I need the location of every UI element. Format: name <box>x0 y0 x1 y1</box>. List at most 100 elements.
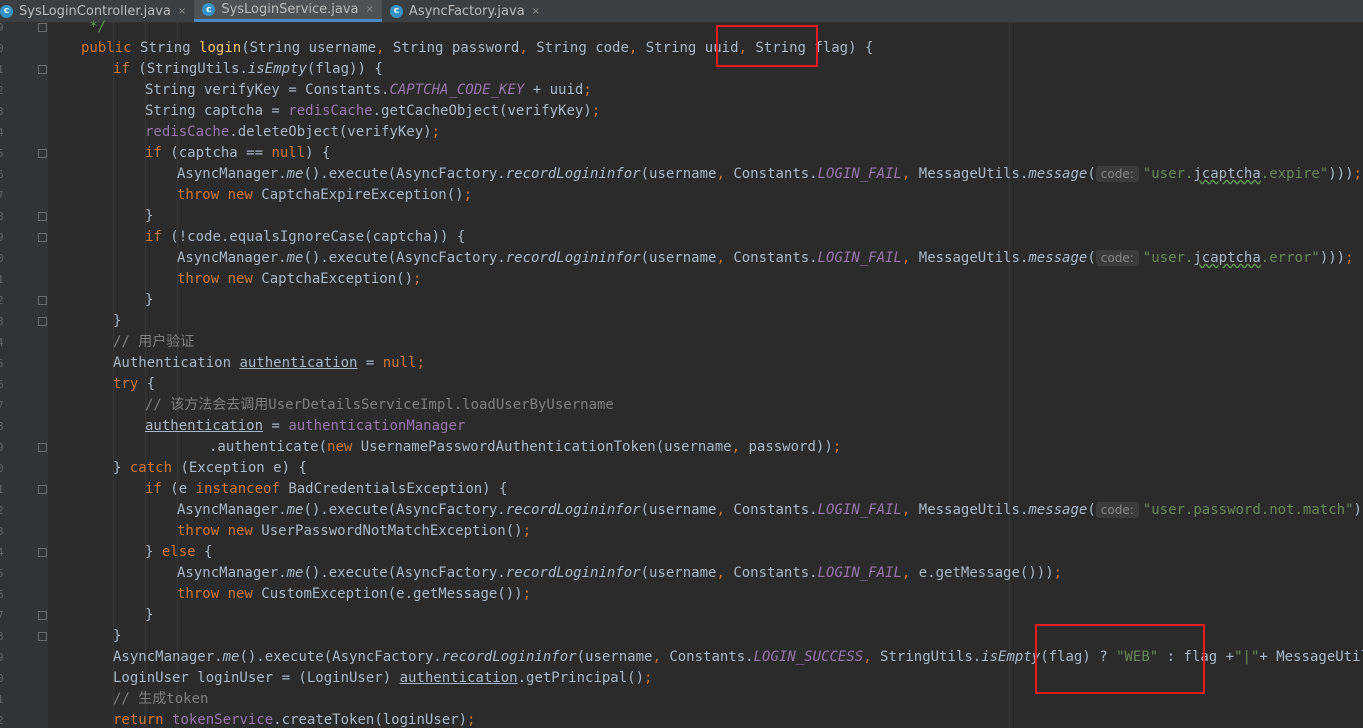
code-token: (String username <box>241 40 377 56</box>
code-token: authenticationManager <box>288 418 466 434</box>
code-token: ))) <box>1328 166 1354 182</box>
code-line[interactable]: throw new CaptchaExpireException(); <box>177 185 472 206</box>
code-token: , <box>628 40 646 56</box>
code-line[interactable]: } <box>145 290 153 311</box>
code-token: ( <box>1087 250 1096 266</box>
code-line[interactable]: Authentication authentication = null; <box>113 353 425 374</box>
code-token: CustomException(e.getMessage()) <box>261 586 523 602</box>
code-token: ; <box>467 712 476 728</box>
code-token: LOGIN_FAIL <box>817 565 902 581</box>
code-token: } <box>145 208 154 224</box>
code-line[interactable]: } <box>113 626 121 647</box>
close-tab-icon[interactable]: × <box>532 6 540 17</box>
code-token: .error" <box>1260 250 1320 266</box>
code-token: ; <box>413 271 422 287</box>
code-line[interactable]: AsyncManager.me().execute(AsyncFactory.r… <box>177 500 1363 521</box>
code-token: ; <box>522 586 532 602</box>
code-token: , <box>716 565 734 581</box>
code-token: ; <box>583 82 592 98</box>
code-token: return <box>113 712 173 728</box>
code-token: me <box>286 250 304 266</box>
code-token: // 该方法会去调用UserDetailsServiceImpl.loadUse… <box>145 397 614 413</box>
code-line[interactable]: } <box>145 206 153 227</box>
code-line[interactable]: if (!code.equalsIgnoreCase(captcha)) { <box>145 227 465 248</box>
code-line[interactable]: // 该方法会去调用UserDetailsServiceImpl.loadUse… <box>145 395 614 416</box>
code-line[interactable]: } else { <box>145 542 212 563</box>
code-token: me <box>286 166 304 182</box>
code-token: ().execute(AsyncFactory. <box>303 565 506 581</box>
code-token: (captcha == <box>170 145 272 161</box>
code-token: .createToken(loginUser) <box>273 712 468 728</box>
code-token: LoginUser loginUser = (LoginUser) <box>113 670 400 686</box>
code-line[interactable]: String verifyKey = Constants.CAPTCHA_COD… <box>145 80 592 101</box>
code-token: message <box>1028 166 1088 182</box>
code-line[interactable]: if (captcha == null) { <box>145 143 330 164</box>
code-token: message <box>1028 502 1088 518</box>
highlight-box-string-flag-param <box>716 25 818 67</box>
code-line[interactable]: authentication = authenticationManager <box>145 416 465 437</box>
code-token: } <box>145 292 154 308</box>
code-token: password)) <box>748 439 833 455</box>
code-token: } <box>145 607 154 623</box>
code-token: { <box>204 544 213 560</box>
parameter-hint: code: <box>1095 166 1139 182</box>
code-line[interactable]: } <box>113 311 121 332</box>
code-token: (username <box>640 502 717 518</box>
code-line[interactable]: // 用户验证 <box>113 332 194 353</box>
code-token: , <box>731 439 749 455</box>
code-token: ; <box>1053 565 1063 581</box>
code-line[interactable]: try { <box>113 374 155 395</box>
code-line[interactable]: String captcha = redisCache.getCacheObje… <box>145 101 600 122</box>
code-line[interactable]: AsyncManager.me().execute(AsyncFactory.r… <box>177 164 1362 185</box>
code-token: Constants. <box>733 250 818 266</box>
code-line[interactable]: throw new UserPasswordNotMatchException(… <box>177 521 531 542</box>
code-token: recordLogininfor <box>505 565 641 581</box>
code-editor[interactable]: */ public String login(String username, S… <box>0 17 1363 728</box>
code-line[interactable]: */ <box>81 17 106 38</box>
code-token: me <box>222 649 240 665</box>
tab-label: SysLoginService.java <box>221 2 359 17</box>
code-token: , <box>376 40 393 56</box>
code-token: AsyncManager. <box>177 166 287 182</box>
code-line[interactable]: } catch (Exception e) { <box>113 458 307 479</box>
code-line[interactable]: } <box>145 605 153 626</box>
code-token: + uuid <box>524 82 584 98</box>
code-line[interactable]: .authenticate(new UsernamePasswordAuthen… <box>209 437 841 458</box>
code-token: } <box>113 460 130 476</box>
code-line[interactable]: return tokenService.createToken(loginUse… <box>113 710 475 728</box>
code-token: .deleteObject(verifyKey) <box>229 124 432 140</box>
code-line[interactable]: if (e instanceof BadCredentialsException… <box>145 479 507 500</box>
code-token: if <box>145 481 171 497</box>
code-line[interactable]: // 生成token <box>113 689 208 710</box>
code-token: (StringUtils. <box>138 61 248 77</box>
code-token: , <box>716 502 734 518</box>
close-tab-icon[interactable]: × <box>366 4 374 15</box>
close-tab-icon[interactable]: × <box>178 6 186 17</box>
code-token: ().execute(AsyncFactory. <box>303 502 506 518</box>
code-token: , <box>901 565 919 581</box>
code-token: (!code.equalsIgnoreCase(captcha)) { <box>170 229 466 245</box>
code-token: Constants. <box>733 502 818 518</box>
code-line[interactable]: redisCache.deleteObject(verifyKey); <box>145 122 440 143</box>
code-token: throw new <box>177 586 262 602</box>
code-token: ; <box>431 124 441 140</box>
code-token: = <box>357 355 383 371</box>
code-line[interactable]: throw new CustomException(e.getMessage()… <box>177 584 531 605</box>
code-token: , <box>901 250 919 266</box>
code-token: ; <box>522 523 532 539</box>
code-line[interactable]: if (StringUtils.isEmpty(flag)) { <box>113 59 383 80</box>
code-token: = <box>263 418 289 434</box>
code-token: StringUtils. <box>880 649 982 665</box>
code-token: if <box>113 61 139 77</box>
code-token: CAPTCHA_CODE_KEY <box>389 82 525 98</box>
code-line[interactable]: throw new CaptchaException(); <box>177 269 421 290</box>
code-token: Constants. <box>669 649 754 665</box>
code-token: authentication <box>145 418 264 434</box>
code-line[interactable]: AsyncManager.me().execute(AsyncFactory.r… <box>177 248 1354 269</box>
code-token: new <box>327 439 361 455</box>
code-token: ().execute(AsyncFactory. <box>239 649 442 665</box>
code-token: redisCache <box>145 124 230 140</box>
code-line[interactable]: AsyncManager.me().execute(AsyncFactory.r… <box>177 563 1062 584</box>
code-token: Constants. <box>733 166 818 182</box>
code-line[interactable]: LoginUser loginUser = (LoginUser) authen… <box>113 668 652 689</box>
